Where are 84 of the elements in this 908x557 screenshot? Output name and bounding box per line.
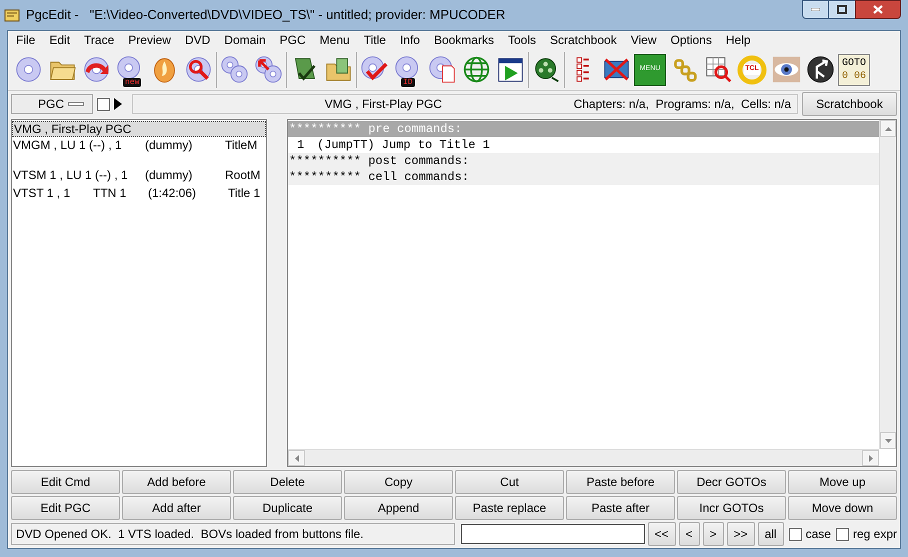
action-button[interactable]: Paste replace [455,496,564,520]
status-text: DVD Opened OK. 1 VTS loaded. BOVs loaded from buttons file. [11,523,455,545]
pgc-list-item[interactable]: VTST 1 , 1 TTN 1 (1:42:06) Title 1 [12,185,266,201]
menu-item[interactable]: Title [356,31,393,49]
pgc-counts: Chapters: n/a, Programs: n/a, Cells: n/a [574,96,791,113]
option-label: case [806,526,831,543]
scratchbook-button[interactable]: Scratchbook [802,92,897,116]
vertical-scrollbar[interactable] [879,120,896,449]
action-button[interactable]: Delete [233,470,342,494]
toolbar-button[interactable]: new [114,52,146,88]
minimize-button[interactable] [802,0,829,19]
nav-button[interactable]: >> [726,522,755,546]
action-button[interactable]: Decr GOTOs [677,470,786,494]
action-button[interactable]: Edit PGC [11,496,120,520]
action-button[interactable]: Add before [122,470,231,494]
option-label: reg expr [852,526,897,543]
scroll-left-icon[interactable] [288,450,305,466]
action-button[interactable]: Append [344,496,453,520]
action-button[interactable]: Duplicate [233,496,342,520]
action-button[interactable]: Move down [788,496,897,520]
menu-item[interactable]: Tools [500,31,543,49]
command-section-header[interactable]: ********** post commands: [288,153,879,169]
menu-item[interactable]: PGC [272,31,313,49]
horizontal-scrollbar[interactable] [288,449,879,466]
menu-item[interactable]: DVD [178,31,218,49]
maximize-button[interactable] [829,0,855,19]
dropdown-bar-icon [68,102,84,106]
nav-button[interactable]: < [678,522,700,546]
menu-item[interactable]: Preview [121,31,178,49]
action-button[interactable]: Move up [788,470,897,494]
menu-item[interactable]: View [624,31,664,49]
pgc-list-item[interactable]: VMGM , LU 1 (--) , 1 (dummy) TitleM [12,137,266,153]
option-checkbox[interactable] [836,528,849,540]
search-field[interactable] [460,524,645,544]
pgc-list-item[interactable]: VTSM 1 , LU 1 (--) , 1 (dummy) RootM [12,153,266,185]
menu-item[interactable]: Trace [77,31,122,49]
action-button[interactable]: Cut [455,470,564,494]
badge: new [123,78,142,86]
nav-button[interactable]: > [702,522,724,546]
disc-icon [14,55,42,84]
maximize-icon [837,5,847,14]
action-button[interactable]: Incr GOTOs [677,496,786,520]
disc-document-icon [428,55,456,84]
current-pgc: VMG , First-Play PGC [324,96,443,113]
nav-button[interactable]: all [758,522,784,546]
action-button[interactable]: Add after [122,496,231,520]
command-section-header[interactable]: ********** cell commands: [288,169,879,185]
action-button[interactable]: Paste before [566,470,675,494]
action-button[interactable]: Paste after [566,496,675,520]
discs-icon [220,55,248,84]
pgc-list-item[interactable]: VMG , First-Play PGC [12,121,266,137]
search-icon [184,55,212,84]
toolbar-button[interactable]: ID [392,52,424,88]
eye-icon [772,55,800,84]
app-icon [4,8,20,22]
scroll-right-icon[interactable] [862,450,879,466]
window-title: PgcEdit - "E:\Video-Converted\DVD\VIDEO_TS\" - untitled; provider: MPUCODER [26,6,506,24]
menu-item[interactable]: Domain [217,31,273,49]
action-button[interactable]: Copy [344,470,453,494]
menu-item[interactable]: Options [664,31,719,49]
globe-icon [462,55,490,84]
menu-item[interactable]: Scratchbook [543,31,624,49]
close-icon [873,5,883,14]
play-window-icon [496,55,524,84]
checkbox[interactable] [97,98,110,110]
minimize-icon [811,8,820,11]
scroll-down-icon[interactable] [880,432,896,449]
nav-button[interactable]: << [648,522,676,546]
menu-item[interactable]: File [9,31,42,49]
folder-check-icon [324,55,352,84]
discs-arrow-icon [254,55,282,84]
menu-item[interactable]: Help [718,31,758,49]
scroll-up-icon[interactable] [880,120,896,137]
menu-item[interactable]: Bookmarks [426,31,501,49]
number-search-icon [704,55,732,84]
badge: ID [401,78,415,86]
play-icon[interactable] [114,98,122,110]
menu-item[interactable]: Info [392,31,427,49]
pgc-dropdown[interactable]: PGC [11,94,93,114]
option-checkbox[interactable] [788,528,802,540]
close-button[interactable] [855,0,901,19]
menu-item[interactable]: Menu [312,31,357,49]
menu-item[interactable]: Edit [42,31,78,49]
action-button[interactable]: Edit Cmd [11,470,120,494]
